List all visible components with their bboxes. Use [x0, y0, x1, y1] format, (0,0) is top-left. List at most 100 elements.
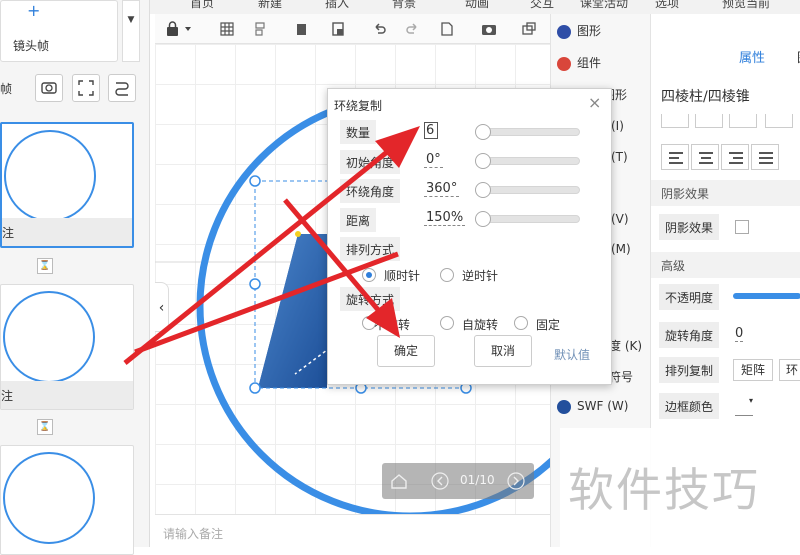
confirm-button[interactable]: 确定: [377, 335, 435, 367]
menu-options[interactable]: 选项: [655, 0, 679, 11]
camera-button[interactable]: [35, 74, 63, 102]
watermark: 软件技巧: [560, 428, 800, 547]
count-slider[interactable]: [475, 124, 580, 140]
clockwise-label[interactable]: 顺时针: [384, 267, 420, 284]
window-icon[interactable]: [521, 21, 537, 37]
self-rotate-label[interactable]: 自旋转: [462, 316, 498, 333]
control-point[interactable]: [295, 231, 301, 237]
crop-frame-button[interactable]: [72, 74, 100, 102]
resize-handle[interactable]: [249, 382, 261, 394]
menu-item-m[interactable]: (M): [611, 242, 631, 256]
home-icon[interactable]: [390, 472, 408, 490]
slider-knob[interactable]: [475, 182, 491, 198]
menu-insert[interactable]: 插入: [325, 0, 349, 11]
ring-button[interactable]: 环: [779, 359, 800, 381]
redo-icon[interactable]: [405, 21, 421, 37]
add-lens-frame-button[interactable]: + 镜头帧: [0, 0, 118, 62]
distance-input[interactable]: 150%: [424, 210, 466, 226]
menu-item-v[interactable]: (V): [611, 212, 629, 226]
self-rotate-radio[interactable]: [440, 316, 454, 330]
transition-icon[interactable]: ⌛: [37, 419, 53, 435]
surround-angle-input[interactable]: 360°: [424, 181, 460, 197]
bold-button[interactable]: [661, 114, 689, 128]
justify-button[interactable]: [751, 144, 779, 170]
slider-knob[interactable]: [475, 124, 491, 140]
paste-icon[interactable]: [330, 21, 346, 37]
distance-slider[interactable]: [475, 211, 580, 227]
menu-animation[interactable]: 动画: [465, 0, 489, 11]
italic-button[interactable]: [695, 114, 723, 128]
no-rotate-label[interactable]: 不旋转: [374, 316, 410, 333]
copy-icon[interactable]: [295, 21, 311, 37]
collapse-panel-button[interactable]: ‹: [155, 282, 169, 332]
opacity-slider[interactable]: [733, 293, 800, 299]
counterclockwise-label[interactable]: 逆时针: [462, 267, 498, 284]
grid-icon[interactable]: [219, 21, 235, 37]
frame-label-partial: 帧: [0, 82, 13, 96]
start-angle-label: 初始角度: [340, 150, 401, 174]
surround-angle-slider[interactable]: [475, 182, 580, 198]
slide-thumbnail-1[interactable]: 注: [0, 122, 134, 248]
underline-button[interactable]: [729, 114, 757, 128]
menu-item-shape[interactable]: 图形: [557, 22, 601, 39]
align-right-button[interactable]: [721, 144, 749, 170]
lens-dropdown-caret[interactable]: ▼: [122, 0, 140, 62]
menu-item-i[interactable]: (I): [611, 119, 624, 133]
start-angle-input[interactable]: 0°: [424, 152, 443, 168]
camera-icon: [41, 82, 57, 94]
fixed-radio[interactable]: [514, 316, 528, 330]
align-center-button[interactable]: [691, 144, 719, 170]
menu-item-component[interactable]: 组件: [557, 54, 601, 71]
clockwise-radio[interactable]: [362, 268, 376, 282]
menu-preview[interactable]: 预览当前: [722, 0, 770, 11]
slider-knob[interactable]: [475, 153, 491, 169]
transition-icon[interactable]: ⌛: [37, 258, 53, 274]
slider-knob[interactable]: [475, 211, 491, 227]
undo-icon[interactable]: [371, 21, 387, 37]
slide-panel: + 镜头帧 ▼ 帧 注 ⌛ 注 ⌛: [0, 0, 150, 555]
menu-interaction[interactable]: 交互: [530, 0, 554, 11]
circle-thumbnail-shape: [3, 291, 95, 383]
resize-handle[interactable]: [249, 175, 261, 187]
counterclockwise-radio[interactable]: [440, 268, 454, 282]
default-link[interactable]: 默认值: [554, 346, 590, 363]
distance-label: 距离: [340, 208, 377, 232]
cancel-button[interactable]: 取消: [474, 335, 532, 367]
slide-thumbnail-2[interactable]: 注: [0, 284, 134, 410]
lock-icon[interactable]: [165, 21, 195, 37]
menu-background[interactable]: 背景: [392, 0, 416, 11]
menu-new[interactable]: 新建: [258, 0, 282, 11]
menu-home[interactable]: 首页: [190, 0, 214, 11]
path-button[interactable]: [108, 74, 136, 102]
circle-thumbnail-shape: [3, 452, 95, 544]
tab-other[interactable]: 图: [789, 42, 800, 68]
align-left-button[interactable]: [661, 144, 689, 170]
menu-item-swf[interactable]: SWF (W): [557, 399, 628, 414]
border-color-picker[interactable]: ▾: [735, 396, 753, 416]
shadow-checkbox[interactable]: [735, 220, 749, 234]
prev-icon[interactable]: [430, 471, 450, 491]
list-button[interactable]: [765, 114, 793, 128]
notes-input[interactable]: 请输入备注: [155, 514, 555, 547]
shadow-section-header[interactable]: 阴影效果: [651, 180, 800, 206]
fixed-label[interactable]: 固定: [536, 316, 560, 333]
circular-copy-dialog: 环绕复制 × 数量 6 初始角度 0° 环绕角度 360° 距离 150% 排列…: [327, 88, 612, 385]
advanced-section-header[interactable]: 高级: [651, 252, 800, 278]
tab-properties[interactable]: 属性: [731, 42, 773, 68]
slide-thumbnail-3[interactable]: [0, 445, 134, 555]
camera-icon[interactable]: [481, 21, 497, 37]
matrix-button[interactable]: 矩阵: [733, 359, 773, 381]
menu-class-activity[interactable]: 课堂活动: [580, 0, 628, 11]
resize-handle[interactable]: [249, 278, 261, 290]
rotation-value[interactable]: 0: [735, 326, 744, 342]
next-icon[interactable]: [506, 471, 526, 491]
close-icon[interactable]: ×: [588, 93, 601, 112]
menu-item-k[interactable]: 度 (K): [609, 337, 642, 354]
menu-item-symbol[interactable]: 符号: [609, 368, 633, 385]
align-icon[interactable]: [253, 21, 269, 37]
menu-item-t[interactable]: (T): [611, 150, 628, 164]
count-input[interactable]: 6: [424, 122, 438, 139]
start-angle-slider[interactable]: [475, 153, 580, 169]
document-icon[interactable]: [439, 21, 455, 37]
plus-icon: +: [27, 1, 41, 20]
